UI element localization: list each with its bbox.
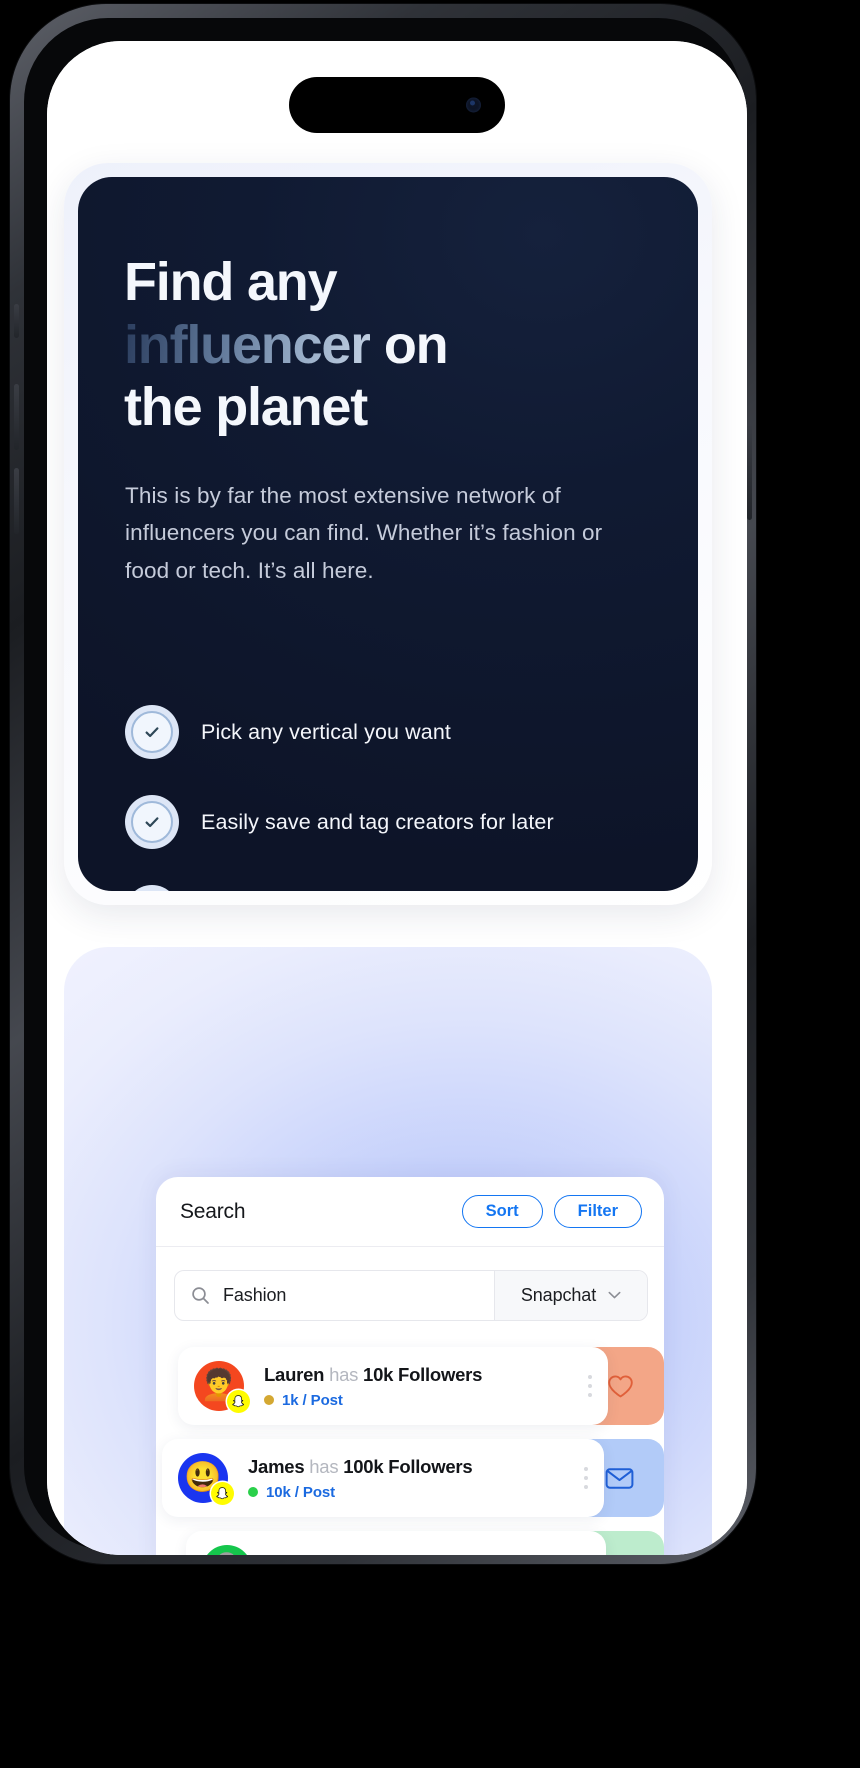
- volume-up-button[interactable]: [14, 384, 19, 450]
- avatar: 🧑‍🦱: [194, 1361, 250, 1413]
- hero-title-line-2-rest: on: [370, 314, 449, 375]
- influencer-name: James: [248, 1455, 305, 1477]
- more-options-icon[interactable]: [584, 1467, 588, 1489]
- page-title: Search: [180, 1199, 246, 1223]
- check-circle-icon: [125, 795, 179, 849]
- hero-title: Find any influencer on the planet: [124, 251, 664, 439]
- list-item[interactable]: 👵 Harry: [186, 1531, 664, 1555]
- check-circle-icon: [125, 885, 179, 891]
- rate-per-post: 1k / Post: [282, 1391, 343, 1409]
- list-item-title: James has 100k Followers: [248, 1456, 584, 1478]
- list-item[interactable]: 🧑‍🦱 Lauren: [178, 1347, 664, 1425]
- hero-title-line-3: the planet: [124, 377, 368, 438]
- hero-feature-label: Easily save and tag creators for later: [201, 809, 554, 834]
- list-item-title: Lauren has 10k Followers: [264, 1364, 588, 1386]
- heart-icon: [608, 1374, 633, 1397]
- hero-title-line-1: Find any: [124, 252, 338, 312]
- chevron-down-icon: [608, 1291, 621, 1299]
- snapchat-icon: [211, 1482, 234, 1505]
- volume-down-button[interactable]: [14, 468, 19, 534]
- dynamic-island: [289, 77, 505, 133]
- follower-count: 100k Followers: [343, 1455, 473, 1477]
- envelope-icon: [605, 1467, 634, 1489]
- hero-body-text: This is by far the most extensive networ…: [125, 483, 603, 583]
- platform-select[interactable]: Snapchat: [495, 1271, 647, 1320]
- power-button[interactable]: [747, 424, 752, 520]
- front-camera-icon: [466, 97, 481, 113]
- snapchat-icon: [227, 1390, 250, 1413]
- connector-word: has: [329, 1363, 359, 1385]
- hero-title-gradient-word: influencer: [124, 314, 371, 375]
- status-badge: [248, 1487, 258, 1497]
- follower-count: 10k Followers: [363, 1363, 483, 1385]
- connector-word: has: [309, 1455, 339, 1477]
- platform-select-value: Snapchat: [520, 1285, 597, 1305]
- app-preview-panel: Search Sort Filter Fashion: [64, 947, 712, 1555]
- hero-feature-item: Smart search based on your choices: [125, 867, 665, 891]
- hero-card: Find any influencer on the planet This i…: [78, 177, 698, 891]
- screen-content: Find any influencer on the planet This i…: [47, 41, 747, 1555]
- hero-feature-label: Pick any vertical you want: [201, 719, 451, 744]
- check-circle-icon: [125, 705, 179, 759]
- hero-feature-list: Pick any vertical you want Easily save a…: [125, 687, 665, 891]
- avatar-image: 👵: [202, 1545, 252, 1555]
- mute-switch[interactable]: [14, 304, 19, 338]
- hero-feature-item: Pick any vertical you want: [125, 687, 665, 777]
- hero-feature-item: Easily save and tag creators for later: [125, 777, 665, 867]
- search-icon: [192, 1287, 209, 1304]
- status-badge: [264, 1395, 274, 1405]
- phone-frame: Find any influencer on the planet This i…: [10, 4, 756, 1564]
- list-item[interactable]: 😃 James has 100k Followers 10k / Post: [162, 1439, 664, 1517]
- avatar: 😃: [178, 1453, 234, 1505]
- search-app-card: Search Sort Filter Fashion: [156, 1177, 664, 1555]
- hero-card-outer: Find any influencer on the planet This i…: [64, 163, 712, 905]
- rate-per-post: 10k / Post: [266, 1483, 336, 1501]
- search-row: Fashion Snapchat: [174, 1270, 648, 1321]
- search-input-value: Fashion: [223, 1285, 287, 1305]
- phone-screen: Find any influencer on the planet This i…: [47, 41, 747, 1555]
- sort-button[interactable]: Sort: [461, 1195, 543, 1228]
- influencer-name: Lauren: [264, 1363, 325, 1385]
- search-card-header: Search Sort Filter: [156, 1177, 664, 1247]
- more-options-icon[interactable]: [588, 1375, 592, 1397]
- phone-bezel: Find any influencer on the planet This i…: [24, 18, 747, 1555]
- filter-button[interactable]: Filter: [553, 1195, 642, 1228]
- avatar: 👵: [202, 1545, 252, 1555]
- search-input[interactable]: Fashion: [175, 1271, 495, 1320]
